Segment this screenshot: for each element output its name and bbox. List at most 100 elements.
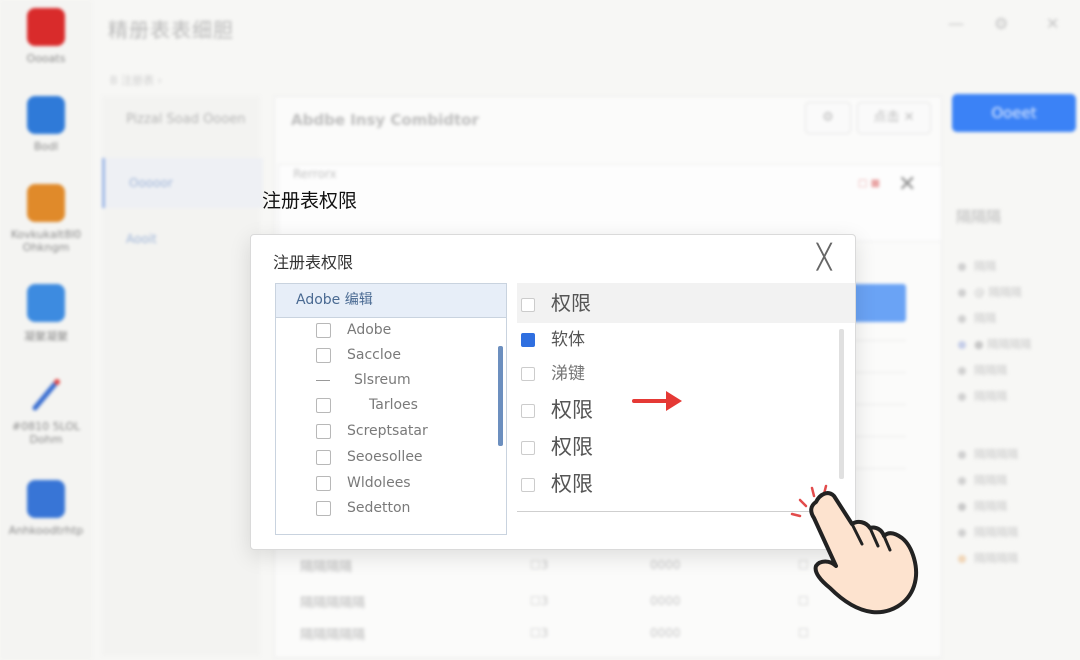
small-button[interactable]: 点击 ✕ [857, 102, 931, 134]
dock-item-bodl[interactable]: Bodl [0, 96, 92, 153]
right-panel: 隔隔隔 隔隔 @ 隔隔隔 隔隔 ● 隔隔隔隔 隔隔隔 隔隔隔 隔隔隔隔 隔隔隔 … [948, 190, 1078, 590]
dock-label: #0810 5LOL Dohm [11, 420, 81, 446]
checkbox-checked[interactable] [521, 333, 535, 347]
right-panel-item[interactable]: @ 隔隔隔 [958, 284, 1022, 300]
inner-card-close-icon[interactable]: ✕ [898, 172, 916, 197]
tree-line [316, 379, 330, 381]
side-item-ooooor[interactable]: Ooooor [102, 158, 263, 208]
dialog-close-icon[interactable]: ╳ [817, 243, 831, 271]
right-panel-item[interactable]: 隔隔隔隔 [958, 446, 1018, 462]
dock-label: Anhkoodtrhtp [8, 524, 84, 537]
star-app-icon [27, 480, 65, 518]
table-cell: ☐3 [530, 594, 549, 608]
settings-icon[interactable]: ⚙ [994, 14, 1008, 33]
list-header[interactable]: Adobe 编辑 [276, 284, 506, 318]
permission-item[interactable]: 权限 [521, 285, 591, 321]
permission-list[interactable]: 权限 软体 涕键 权限 权限 权限 [517, 283, 855, 513]
dock-label: 凝聚凝聚 [24, 330, 68, 343]
registry-permissions-dialog: 注册表权限 ╳ Adobe 编辑 Adobe Saccloe Slsreum T… [250, 234, 856, 550]
right-panel-item[interactable]: 隔隔 [958, 258, 996, 274]
dock-item-oooats[interactable]: Oooats [0, 8, 92, 65]
table-cell: 0000 [650, 558, 681, 572]
inner-card-label: Rerrorx [293, 167, 337, 181]
table-cell: 0000 [650, 594, 681, 608]
floating-title-label: 注册表权限 [262, 190, 358, 212]
list-item[interactable]: Tarloes [316, 393, 418, 417]
content-title: Abdbe Insy Combidtor [291, 111, 479, 129]
app-dock: Oooats Bodl Kovkukalt8l0 Ohkngm 凝聚凝聚 #08… [0, 0, 92, 660]
permission-item[interactable]: 权限 [521, 392, 593, 428]
side-item-aooit[interactable]: Aooit [102, 214, 260, 264]
dock-label: Kovkukalt8l0 Ohkngm [10, 228, 82, 254]
right-panel-item[interactable]: 隔隔隔 [958, 472, 1007, 488]
adobe-app-icon [27, 8, 65, 46]
key-tree-list[interactable]: Adobe 编辑 Adobe Saccloe Slsreum Tarloes S… [275, 283, 507, 535]
side-panel: Pizzal Soad Oooen Ooooor Aooit [102, 96, 263, 656]
checkbox[interactable] [521, 404, 535, 418]
side-item-label: Aooit [126, 232, 157, 246]
red-arrow-icon [632, 388, 684, 418]
permission-item[interactable]: 涕键 [521, 356, 585, 392]
dock-label: Bodl [33, 140, 59, 153]
permission-item[interactable]: 软体 [521, 322, 585, 358]
inner-card: Rerrorx [278, 164, 942, 242]
checkbox[interactable] [316, 423, 331, 439]
checkbox[interactable] [521, 297, 535, 312]
checkbox[interactable] [316, 500, 331, 516]
list-item[interactable]: Slsreum [316, 368, 411, 392]
checkbox[interactable] [316, 449, 331, 465]
list-item[interactable]: Wldolees [316, 471, 411, 495]
brush-app-icon [27, 376, 65, 414]
checkbox[interactable] [316, 475, 331, 491]
right-panel-item[interactable]: 隔隔隔隔 [958, 550, 1018, 566]
gear-button[interactable]: ⚙ [805, 102, 851, 134]
scrollbar[interactable] [839, 329, 844, 479]
orange-app-icon [27, 184, 65, 222]
divider [517, 511, 831, 512]
checkbox[interactable] [521, 367, 535, 381]
list-item[interactable]: Saccloe [316, 343, 401, 367]
primary-button[interactable]: Ooeet [952, 94, 1076, 132]
right-panel-item[interactable]: 隔隔隔隔 [958, 524, 1018, 540]
table-cell: ☐3 [530, 558, 549, 572]
checkbox[interactable] [316, 397, 331, 413]
table-cell: ☐3 [530, 626, 549, 640]
scrollbar[interactable] [498, 346, 503, 446]
right-panel-item[interactable]: 隔隔隔 [958, 362, 1007, 378]
checkbox[interactable] [316, 322, 331, 338]
table-cell: ☐ [798, 626, 809, 640]
right-panel-item[interactable]: 隔隔 [958, 310, 996, 326]
dialog-title: 注册表权限 [273, 253, 354, 272]
blue-header-block [850, 284, 906, 322]
dock-label: Oooats [26, 52, 66, 65]
close-icon[interactable]: ✕ [1046, 14, 1059, 33]
right-panel-item[interactable]: 隔隔隔 [958, 498, 1007, 514]
list-item[interactable]: Seoesollee [316, 445, 423, 469]
right-panel-item[interactable]: 隔隔隔 [958, 388, 1007, 404]
list-item[interactable]: Sedetton [316, 496, 410, 520]
side-item-label: Ooooor [129, 176, 173, 190]
list-item[interactable]: Adobe [316, 318, 391, 342]
checkbox[interactable] [316, 347, 331, 363]
dock-item-brush[interactable]: #0810 5LOL Dohm [0, 376, 92, 446]
dock-item-star[interactable]: Anhkoodtrhtp [0, 480, 92, 537]
checkbox[interactable] [521, 441, 535, 455]
pointing-hand-icon [786, 482, 926, 626]
permission-item[interactable]: 权限 [521, 429, 593, 465]
table-row-label: 隔隔隔隔隔 [300, 628, 366, 643]
list-item[interactable]: Screptsatar [316, 419, 428, 443]
inner-card-tag: □ ■ [858, 178, 881, 189]
table-row-label: 隔隔隔隔 [300, 560, 353, 575]
right-panel-title: 隔隔隔 [956, 208, 1002, 226]
right-panel-item[interactable]: ● 隔隔隔隔 [958, 336, 1031, 352]
side-panel-heading: Pizzal Soad Oooen [126, 112, 246, 127]
checkbox[interactable] [521, 478, 535, 492]
permission-item[interactable]: 权限 [521, 466, 593, 502]
cloud-app-icon [27, 284, 65, 322]
minimize-icon[interactable]: — [948, 14, 964, 33]
dock-item-orange[interactable]: Kovkukalt8l0 Ohkngm [0, 184, 92, 254]
cube-app-icon [27, 96, 65, 134]
breadcrumb: B 注册表 › [110, 74, 162, 87]
dock-item-cloud[interactable]: 凝聚凝聚 [0, 284, 92, 344]
table-cell: 0000 [650, 626, 681, 640]
